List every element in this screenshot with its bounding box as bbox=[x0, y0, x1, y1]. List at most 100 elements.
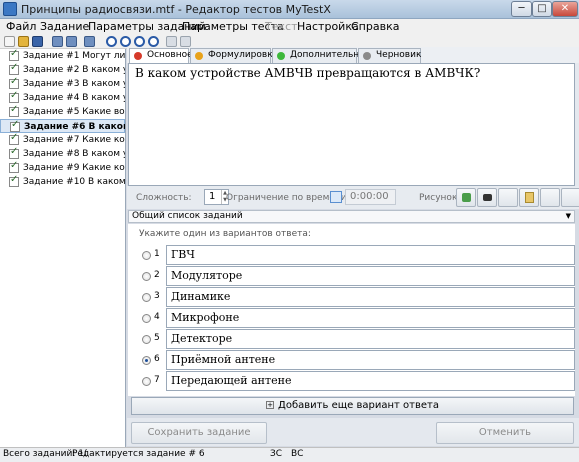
menu-task[interactable]: Задание bbox=[40, 20, 89, 33]
paste-icon[interactable] bbox=[180, 36, 191, 47]
menu-help[interactable]: Справка bbox=[351, 20, 399, 33]
answer-text-field[interactable]: Приёмной антене bbox=[166, 350, 575, 370]
task-checkbox[interactable] bbox=[9, 146, 19, 159]
question-editor[interactable]: В каком устройстве АМВЧВ превращаются в … bbox=[128, 63, 575, 186]
answer-row: 1 ГВЧ bbox=[138, 245, 575, 265]
menu-settings[interactable]: Настройка bbox=[297, 20, 359, 33]
task-checkbox[interactable] bbox=[10, 119, 20, 132]
camera-icon bbox=[483, 194, 492, 201]
answer-row: 4 Микрофоне bbox=[138, 308, 575, 328]
editor-tabs: Основное Формулировки Дополнительно Черн… bbox=[127, 47, 579, 63]
answer-radio[interactable] bbox=[142, 377, 151, 386]
move-down-icon[interactable] bbox=[120, 36, 131, 47]
save-task-button[interactable]: Сохранить задание bbox=[131, 422, 267, 444]
time-limit-input[interactable]: 0:00:00 bbox=[345, 189, 396, 205]
status-ins: ВС bbox=[291, 449, 304, 459]
clipboard-icon bbox=[525, 192, 534, 203]
time-limit-checkbox[interactable] bbox=[330, 191, 342, 203]
answer-row: 3 Динамике bbox=[138, 287, 575, 307]
move-last-icon[interactable] bbox=[148, 36, 159, 47]
task-list-item[interactable]: Задание #4 В каком устрой bbox=[0, 90, 125, 105]
tab-formulations[interactable]: Формулировки bbox=[190, 48, 279, 63]
close-button[interactable]: ✕ bbox=[552, 1, 578, 17]
answer-radio[interactable] bbox=[142, 335, 151, 344]
task-checkbox[interactable] bbox=[9, 76, 19, 89]
title-bar: Принципы радиосвязи.mtf - Редактор тесто… bbox=[0, 0, 579, 19]
tab-main[interactable]: Основное bbox=[129, 48, 193, 63]
answer-row: 7 Передающей антене bbox=[138, 371, 575, 391]
menu-file[interactable]: Файл bbox=[6, 20, 36, 33]
answer-text-field[interactable]: Модуляторе bbox=[166, 266, 575, 286]
answer-row: 2 Модуляторе bbox=[138, 266, 575, 286]
status-editing-task: Редактируется задание # 6 bbox=[72, 449, 205, 459]
answer-row: 5 Детекторе bbox=[138, 329, 575, 349]
task-list-item[interactable]: Задание #8 В каком устрой bbox=[0, 146, 125, 161]
task-list-item[interactable]: Задание #7 Какие колебан bbox=[0, 132, 125, 147]
chevron-down-icon: ▼ bbox=[565, 212, 571, 220]
move-up-icon[interactable] bbox=[106, 36, 117, 47]
menu-text[interactable]: Текст bbox=[265, 20, 298, 33]
task-checkbox[interactable] bbox=[9, 160, 19, 173]
picture-label: Рисунок: bbox=[419, 193, 461, 203]
action-bar: Сохранить задание Отменить bbox=[127, 418, 579, 446]
tab-additional[interactable]: Дополнительно bbox=[272, 48, 365, 63]
red-dot-icon bbox=[134, 52, 142, 60]
add-task-icon[interactable] bbox=[52, 36, 63, 47]
task-list: Задание #1 Могут ли в ваку Задание #2 В … bbox=[0, 49, 126, 447]
window-title: Принципы радиосвязи.mtf - Редактор тесто… bbox=[21, 3, 331, 16]
status-bar: Всего заданий: 1( Редактируется задание … bbox=[0, 447, 579, 462]
save-icon[interactable] bbox=[32, 36, 43, 47]
plus-icon: + bbox=[266, 401, 275, 409]
editor-scrollbar[interactable] bbox=[575, 63, 579, 186]
delete-task-icon[interactable] bbox=[84, 36, 95, 47]
picture-play-icon bbox=[462, 193, 471, 202]
answer-text-field[interactable]: Микрофоне bbox=[166, 308, 575, 328]
answer-text-field[interactable]: ГВЧ bbox=[166, 245, 575, 265]
answer-row-selected: 6 Приёмной антене bbox=[138, 350, 575, 370]
tab-draft[interactable]: Черновик bbox=[358, 48, 421, 63]
camera-button[interactable] bbox=[477, 188, 497, 207]
question-text[interactable]: В каком устройстве АМВЧВ превращаются в … bbox=[135, 66, 480, 80]
task-checkbox[interactable] bbox=[9, 62, 19, 75]
answer-radio[interactable] bbox=[142, 293, 151, 302]
answers-hint: Укажите один из вариантов ответа: bbox=[139, 229, 311, 239]
minimize-button[interactable]: ─ bbox=[511, 1, 532, 17]
maximize-button[interactable]: □ bbox=[532, 1, 552, 17]
answer-text-field[interactable]: Динамике bbox=[166, 287, 575, 307]
move-first-icon[interactable] bbox=[134, 36, 145, 47]
picture-clear-button[interactable] bbox=[561, 188, 579, 207]
task-checkbox[interactable] bbox=[9, 49, 19, 61]
answer-radio[interactable] bbox=[142, 314, 151, 323]
task-checkbox[interactable] bbox=[9, 90, 19, 103]
answer-radio-checked[interactable] bbox=[142, 356, 151, 365]
answer-radio[interactable] bbox=[142, 272, 151, 281]
task-checkbox[interactable] bbox=[9, 104, 19, 117]
insert-task-icon[interactable] bbox=[66, 36, 77, 47]
answer-text-field[interactable]: Детекторе bbox=[166, 329, 575, 349]
copy-icon[interactable] bbox=[166, 36, 177, 47]
cancel-button[interactable]: Отменить bbox=[436, 422, 574, 444]
insert-picture-button[interactable] bbox=[456, 188, 476, 207]
new-file-icon[interactable] bbox=[4, 36, 15, 47]
answer-text-field[interactable]: Передающей антене bbox=[166, 371, 575, 391]
gray-dot-icon bbox=[363, 52, 371, 60]
task-checkbox[interactable] bbox=[9, 132, 19, 145]
task-checkbox[interactable] bbox=[9, 174, 19, 187]
app-icon bbox=[3, 2, 17, 16]
task-list-item[interactable]: Задание #9 Какие колебан bbox=[0, 160, 125, 175]
task-list-item-selected[interactable]: Задание #6 В каком устр bbox=[0, 119, 125, 133]
open-folder-icon[interactable] bbox=[18, 36, 29, 47]
paste-picture-button[interactable] bbox=[519, 188, 539, 207]
task-list-item[interactable]: Задание #3 В каком устрой bbox=[0, 76, 125, 91]
task-settings-row: Сложность: 1 ▲ ▼ Ограничение по времени: 0… bbox=[127, 186, 579, 209]
picture-extra-button[interactable] bbox=[540, 188, 560, 207]
status-caps: ЗС bbox=[270, 449, 283, 459]
task-list-dropdown[interactable]: Общий список заданий ▼ bbox=[128, 210, 575, 223]
picture-blank-button[interactable] bbox=[498, 188, 518, 207]
task-list-item[interactable]: Задание #2 В каком устрой bbox=[0, 62, 125, 77]
task-list-item[interactable]: Задание #5 Какие волны с bbox=[0, 104, 125, 119]
answer-radio[interactable] bbox=[142, 251, 151, 260]
task-list-item[interactable]: Задание #10 В каком устро bbox=[0, 174, 125, 189]
task-list-item[interactable]: Задание #1 Могут ли в ваку bbox=[0, 49, 125, 63]
add-answer-button[interactable]: + Добавить еще вариант ответа bbox=[131, 397, 574, 415]
